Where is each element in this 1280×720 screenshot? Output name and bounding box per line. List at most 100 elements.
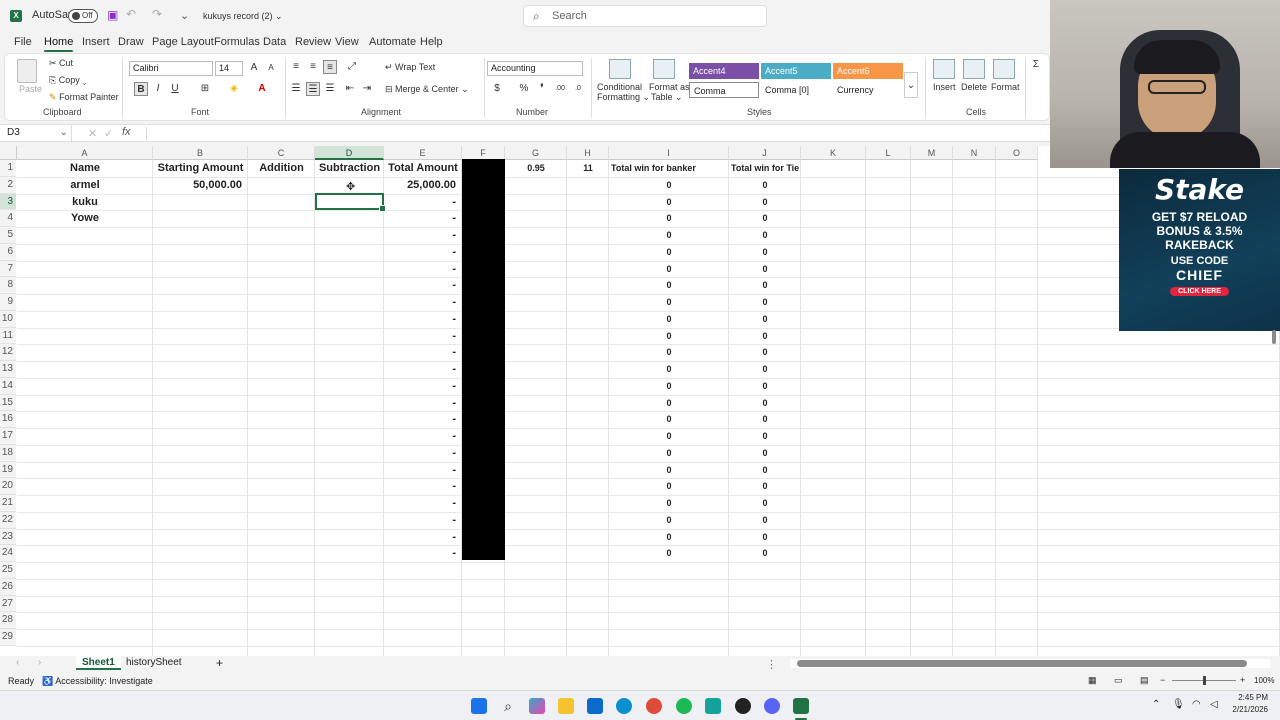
style-accent4[interactable]: Accent4 <box>689 63 759 79</box>
cell-j1[interactable]: Total win for Tie <box>729 160 801 176</box>
format-painter-button[interactable]: ✎ Format Painter <box>49 92 119 103</box>
column-header[interactable]: A <box>17 146 153 160</box>
volume-icon[interactable]: ◁ <box>1210 699 1218 710</box>
bold-icon[interactable]: B <box>134 82 148 96</box>
style-comma[interactable]: Comma <box>689 82 759 98</box>
cell-tie-win[interactable]: 0 <box>729 529 801 545</box>
cell-tie-win[interactable]: 0 <box>729 495 801 511</box>
cell-name[interactable]: armel <box>17 177 153 193</box>
row-header[interactable]: 7 <box>0 260 16 278</box>
page-layout-view-icon[interactable]: ▭ <box>1114 675 1123 686</box>
column-header[interactable]: J <box>729 146 801 160</box>
page-break-view-icon[interactable]: ▤ <box>1140 675 1149 686</box>
cell-banker-win[interactable]: 0 <box>609 294 729 310</box>
autosave-toggle[interactable]: Off <box>68 9 98 23</box>
column-header[interactable]: D <box>315 146 384 160</box>
column-header[interactable]: O <box>996 146 1038 160</box>
insert-cells-button[interactable]: Insert <box>933 82 956 92</box>
align-left-icon[interactable]: ☰ <box>289 82 303 96</box>
row-header[interactable]: 17 <box>0 428 16 445</box>
row-header[interactable]: 19 <box>0 461 16 479</box>
cell-total[interactable]: - <box>384 344 462 360</box>
cell-total[interactable]: - <box>384 478 462 494</box>
wrap-text-button[interactable]: ↵ Wrap Text <box>385 62 435 73</box>
cell-banker-win[interactable]: 0 <box>609 395 729 411</box>
zoom-slider-thumb[interactable] <box>1203 676 1206 685</box>
cell-tie-win[interactable]: 0 <box>729 261 801 277</box>
file-name[interactable]: kukuys record (2) ⌄ <box>203 11 283 22</box>
increase-indent-icon[interactable]: ⇥ <box>360 82 374 96</box>
cell-banker-win[interactable]: 0 <box>609 261 729 277</box>
cell-banker-win[interactable]: 0 <box>609 462 729 478</box>
underline-icon[interactable]: U <box>168 82 182 96</box>
edge-icon[interactable] <box>616 698 632 714</box>
row-header[interactable]: 20 <box>0 478 16 495</box>
more-options-icon[interactable]: ⋮ <box>766 658 777 671</box>
clock-time[interactable]: 2:45 PM <box>1228 693 1268 702</box>
row-header[interactable]: 3 <box>0 193 16 211</box>
cut-button[interactable]: ✂ Cut <box>49 58 73 69</box>
worksheet-grid[interactable]: ABCDEFGHIJKLMNO 1 2 3 4 5 6 7 8 9 10 11 12 13 14 15 16 1… <box>0 146 1280 656</box>
column-header[interactable]: C <box>248 146 315 160</box>
cell-total[interactable]: - <box>384 445 462 461</box>
spotify-icon[interactable] <box>676 698 692 714</box>
percent-icon[interactable]: % <box>517 82 531 96</box>
decrease-font-icon[interactable]: A <box>264 61 278 75</box>
cell-d1[interactable]: Subtraction <box>315 160 384 176</box>
row-header[interactable]: 25 <box>0 562 16 579</box>
notepad-icon[interactable] <box>705 698 721 714</box>
cell-banker-win[interactable]: 0 <box>609 545 729 561</box>
search-box[interactable]: ⌕ Search <box>523 5 767 27</box>
scroll-left-icon[interactable]: ‹ <box>16 657 19 668</box>
tab-file[interactable]: File <box>14 36 32 48</box>
accessibility-button[interactable]: ♿ Accessibility: Investigate <box>42 676 153 687</box>
cell-banker-win[interactable]: 0 <box>609 210 729 226</box>
row-header[interactable]: 14 <box>0 377 16 395</box>
column-header[interactable]: L <box>866 146 911 160</box>
column-header[interactable]: K <box>801 146 866 160</box>
autosum-icon[interactable]: Σ <box>1029 58 1043 72</box>
cell-tie-win[interactable]: 0 <box>729 411 801 427</box>
row-header[interactable]: 12 <box>0 344 16 361</box>
style-accent5[interactable]: Accent5 <box>761 63 831 79</box>
font-name-select[interactable]: Calibri <box>129 61 213 76</box>
row-header[interactable]: 28 <box>0 612 16 629</box>
cell-tie-win[interactable]: 0 <box>729 244 801 260</box>
increase-font-icon[interactable]: A <box>247 61 261 75</box>
redo-icon[interactable]: ↷ <box>152 7 162 21</box>
fill-color-icon[interactable]: ◈ <box>227 82 241 96</box>
row-header[interactable]: 13 <box>0 361 16 378</box>
row-header[interactable]: 8 <box>0 277 16 294</box>
tab-automate[interactable]: Automate <box>369 36 416 48</box>
column-header[interactable]: I <box>609 146 729 160</box>
add-sheet-button[interactable]: + <box>210 656 229 670</box>
horizontal-scroll-thumb[interactable] <box>797 660 1247 667</box>
column-header[interactable]: E <box>384 146 462 160</box>
cell-c1[interactable]: Addition <box>248 160 315 176</box>
align-top-icon[interactable]: ≡ <box>289 60 303 74</box>
cell-total[interactable]: - <box>384 512 462 528</box>
cell-i1[interactable]: Total win for banker <box>609 160 729 176</box>
cell-tie-win[interactable]: 0 <box>729 177 801 193</box>
row-header[interactable]: 16 <box>0 411 16 428</box>
zoom-in-icon[interactable]: + <box>1240 675 1245 685</box>
font-size-select[interactable]: 14 <box>215 61 243 76</box>
cell-banker-win[interactable]: 0 <box>609 529 729 545</box>
cell-tie-win[interactable]: 0 <box>729 311 801 327</box>
row-header[interactable]: 15 <box>0 394 16 412</box>
excel-taskbar-icon[interactable] <box>793 698 809 714</box>
scroll-right-icon[interactable]: › <box>38 657 41 668</box>
cell-total[interactable]: - <box>384 495 462 511</box>
styles-more-icon[interactable]: ⌄ <box>904 72 918 98</box>
format-cells-button[interactable]: Format <box>991 82 1020 92</box>
cell-tie-win[interactable]: 0 <box>729 194 801 210</box>
cell-banker-win[interactable]: 0 <box>609 361 729 377</box>
row-header[interactable]: 5 <box>0 227 16 244</box>
row-header[interactable]: 23 <box>0 528 16 546</box>
cell-banker-win[interactable]: 0 <box>609 445 729 461</box>
discord-icon[interactable] <box>764 698 780 714</box>
vertical-scroll-thumb[interactable] <box>1272 330 1276 344</box>
cell-total[interactable]: - <box>384 194 462 210</box>
row-header[interactable]: 4 <box>0 210 16 227</box>
cell-banker-win[interactable]: 0 <box>609 244 729 260</box>
